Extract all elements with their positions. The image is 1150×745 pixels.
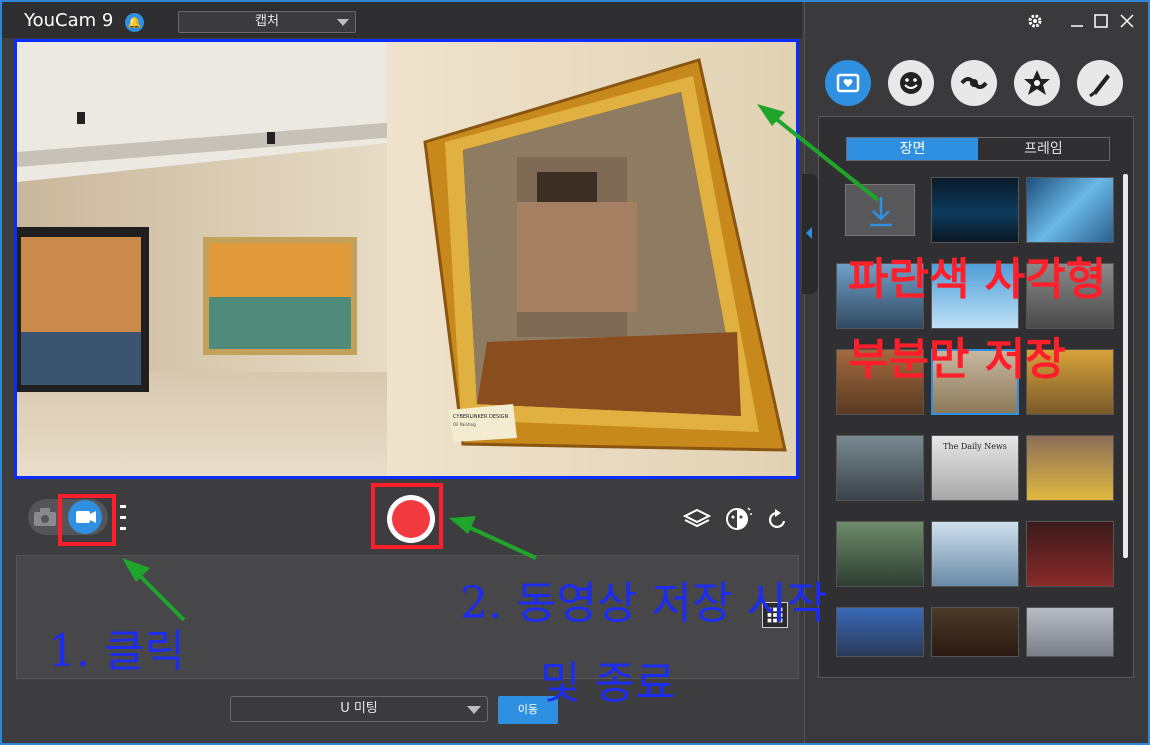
annotation-step1: 1. 클릭: [48, 626, 185, 677]
youcam-window: YouCam 9 🔔 캡처 CYBERLINKER DESIGN Oil Pai…: [0, 0, 1150, 745]
annotation-step2-line2: 및 종료: [540, 658, 676, 709]
annotation-note-line1: 파란색 사각형: [848, 254, 1107, 305]
annotation-arrow-step2: [461, 522, 537, 560]
annotation-arrow-note: [768, 112, 880, 202]
annotation-note-line2: 부분만 저장: [848, 334, 1066, 385]
annotation-step2-line1: 2. 동영상 저장 시작: [460, 578, 828, 629]
